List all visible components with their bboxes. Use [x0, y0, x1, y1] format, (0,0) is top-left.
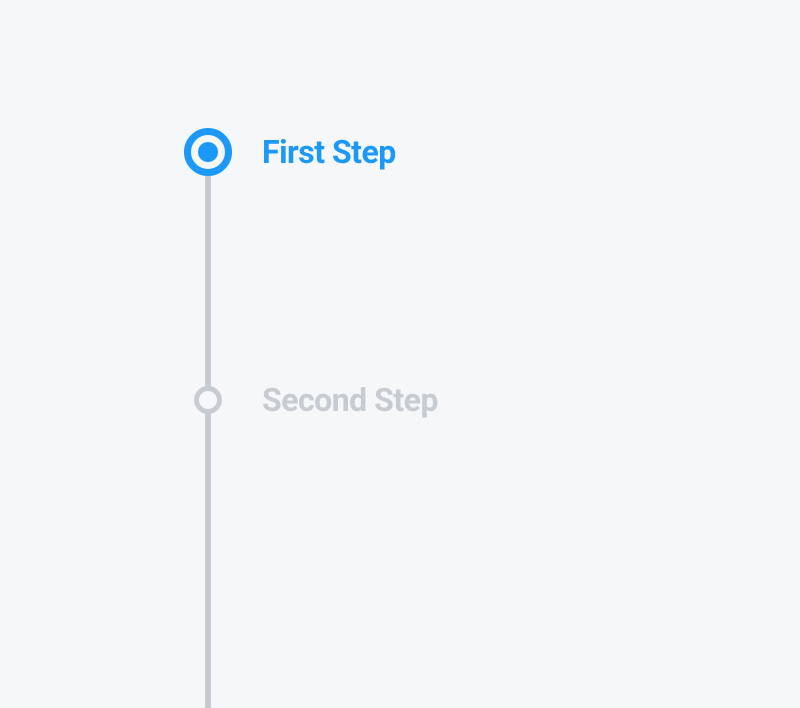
- step-indicator-active-icon: [184, 128, 232, 176]
- step-connector-line: [205, 408, 211, 708]
- step-label: First Step: [262, 133, 396, 171]
- step-item-second[interactable]: Second Step: [184, 381, 438, 419]
- step-item-first[interactable]: First Step: [184, 128, 438, 176]
- step-inner-dot-icon: [198, 142, 218, 162]
- vertical-stepper: First Step Second Step: [184, 128, 438, 419]
- step-label: Second Step: [262, 381, 438, 419]
- step-indicator-inactive-icon: [194, 386, 222, 414]
- step-connector-line: [205, 176, 211, 394]
